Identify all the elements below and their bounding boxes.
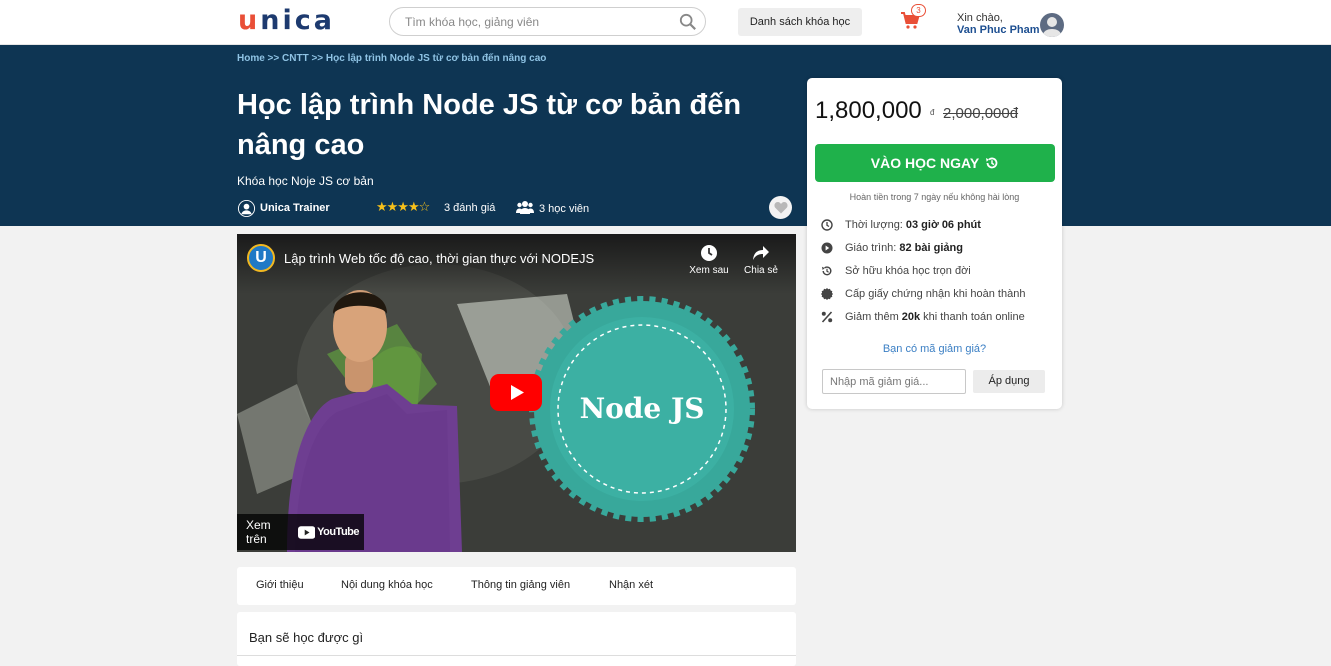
clock-icon: [821, 219, 833, 231]
cart-count-badge: 3: [911, 4, 926, 17]
divider: [237, 655, 796, 656]
purchase-card: 1,800,000 đ 2,000,000đ VÀO HỌC NGAY Hoàn…: [807, 78, 1062, 409]
refund-note: Hoàn tiền trong 7 ngày nếu không hài lòn…: [849, 192, 1020, 202]
certificate-icon: [821, 288, 833, 300]
current-price: 1,800,000: [815, 97, 922, 124]
course-video-player[interactable]: Node JS U Lập trình Web tốc độ cao, thời…: [237, 234, 796, 552]
users-icon: [516, 201, 534, 214]
percent-icon: [821, 311, 833, 323]
tab-intro[interactable]: Giới thiệu: [256, 579, 304, 591]
channel-logo[interactable]: U: [247, 244, 275, 272]
search-icon[interactable]: [679, 13, 697, 31]
tab-instructor[interactable]: Thông tin giảng viên: [471, 579, 570, 591]
history-icon: [822, 266, 832, 276]
course-tabs: Giới thiệu Nội dung khóa học Thông tin g…: [237, 567, 796, 605]
watch-later-button[interactable]: Xem sau: [685, 244, 733, 276]
user-name[interactable]: Van Phuc Pham: [957, 24, 1040, 36]
greeting-text: Xin chào,: [957, 12, 1003, 24]
coupon-link[interactable]: Bạn có mã giảm giá?: [807, 343, 1062, 355]
clock-icon: [701, 245, 717, 261]
user-avatar-icon: [1042, 17, 1062, 37]
trainer-name: Unica Trainer: [260, 202, 330, 214]
feature-lifetime: Sở hữu khóa học trọn đời: [821, 263, 971, 279]
coupon-input[interactable]: [822, 369, 966, 394]
user-circle-icon: [237, 199, 256, 217]
section-title: Bạn sẽ học được gì: [249, 630, 364, 645]
trainer-link[interactable]: Unica Trainer: [237, 198, 330, 218]
youtube-play-icon[interactable]: [490, 374, 542, 411]
tab-reviews[interactable]: Nhận xét: [609, 579, 653, 591]
watch-later-label: Xem sau: [689, 265, 729, 276]
youtube-logo-icon: [297, 525, 316, 539]
feature-lessons: Giáo trình: 82 bài giảng: [821, 240, 963, 256]
share-arrow-icon: [753, 246, 769, 260]
youtube-label: YouTube: [317, 526, 359, 538]
feature-certificate: Cấp giấy chứng nhận khi hoàn thành: [821, 286, 1025, 302]
play-circle-icon: [821, 242, 833, 254]
feature-duration: Thời lượng: 03 giờ 06 phút: [821, 217, 981, 233]
apply-coupon-button[interactable]: Áp dụng: [973, 370, 1045, 393]
courses-list-button[interactable]: Danh sách khóa học: [738, 8, 862, 36]
share-button[interactable]: Chia sẻ: [741, 244, 781, 276]
wishlist-button[interactable]: [769, 196, 792, 219]
currency-symbol: đ: [930, 108, 935, 117]
search-box: [389, 7, 706, 36]
original-price: 2,000,000đ: [943, 105, 1019, 122]
top-header: unica Danh sách khóa học 3 Xin chào, Van…: [0, 0, 1331, 45]
course-banner: Home >> CNTT >> Học lập trình Node JS từ…: [0, 45, 1331, 226]
page-title: Học lập trình Node JS từ cơ bản đến nâng…: [237, 89, 742, 161]
avatar[interactable]: [1040, 13, 1064, 37]
tab-content[interactable]: Nội dung khóa học: [341, 579, 433, 591]
video-title[interactable]: Lập trình Web tốc độ cao, thời gian thực…: [284, 251, 594, 266]
course-subtitle: Khóa học Noje JS cơ bản: [237, 174, 374, 188]
heart-icon: [773, 202, 788, 214]
enroll-label: VÀO HỌC NGAY: [870, 155, 980, 171]
watch-on-label: Xem trên: [246, 518, 271, 546]
what-you-learn-section: Bạn sẽ học được gì: [237, 612, 796, 666]
feature-discount: Giảm thêm 20k khi thanh toán online: [821, 309, 1025, 325]
thumbnail-node-js-text: Node JS: [580, 392, 705, 425]
history-icon: [986, 157, 998, 169]
unica-logo[interactable]: unica: [238, 5, 335, 36]
share-label: Chia sẻ: [744, 265, 778, 276]
search-input[interactable]: [405, 13, 675, 31]
breadcrumb[interactable]: Home >> CNTT >> Học lập trình Node JS từ…: [237, 53, 546, 64]
rating-stars: ★★★★☆: [376, 200, 430, 215]
review-count: 3 đánh giá: [444, 202, 496, 214]
watch-on-youtube-button[interactable]: Xem trên YouTube: [237, 514, 364, 550]
enroll-now-button[interactable]: VÀO HỌC NGAY: [815, 144, 1055, 182]
student-count: 3 học viên: [539, 203, 590, 215]
